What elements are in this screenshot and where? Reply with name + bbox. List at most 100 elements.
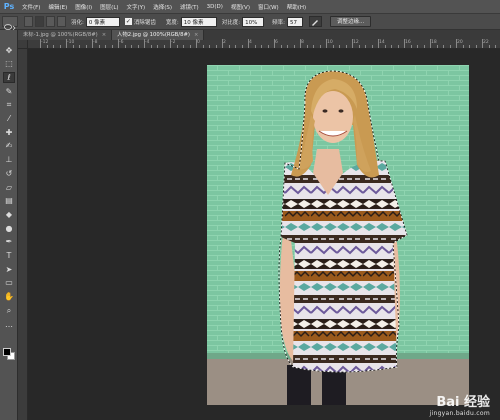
ruler-minor-tick: [306, 45, 308, 48]
document-tabs: 未标-1.jpg @ 100%(RGB/8#) × 人物2.jpg @ 100%(…: [18, 30, 500, 40]
ruler-minor-tick: [261, 45, 262, 48]
ruler-minor-tick: [105, 45, 106, 48]
ruler-tick-mark: [66, 39, 67, 48]
ruler-tick-mark: [404, 39, 405, 48]
menu-select[interactable]: 选择(S): [149, 3, 176, 11]
ruler-minor-tick: [267, 45, 269, 48]
ruler-tick-mark: [300, 39, 301, 48]
magnetic-lasso-icon[interactable]: ℓ: [3, 72, 15, 84]
menu-filter[interactable]: 滤镜(T): [176, 3, 203, 11]
healing-icon[interactable]: ✚: [3, 127, 15, 138]
tool-preset-picker[interactable]: [2, 16, 18, 31]
ruler-tick-label: 8: [301, 40, 304, 45]
menu-view[interactable]: 视图(V): [227, 3, 254, 11]
ruler-minor-tick: [235, 45, 236, 48]
ruler-minor-tick: [384, 45, 386, 48]
ruler-minor-tick: [358, 45, 360, 48]
ruler-tick-mark: [144, 39, 145, 48]
ruler-minor-tick: [124, 45, 126, 48]
intersect-selection-mode[interactable]: [57, 16, 66, 27]
ruler-minor-tick: [319, 45, 321, 48]
menu-3d[interactable]: 3D(D): [203, 4, 227, 10]
ruler-minor-tick: [157, 45, 158, 48]
refine-edge-button[interactable]: 调整边缘...: [329, 16, 372, 27]
blur-icon[interactable]: ◆: [3, 209, 15, 220]
ruler-minor-tick: [287, 45, 288, 48]
menu-window[interactable]: 窗口(W): [254, 3, 283, 11]
menu-bar: Ps 文件(F) 编辑(E) 图像(I) 图层(L) 文字(Y) 选择(S) 滤…: [0, 0, 500, 13]
tab-document-2[interactable]: 人物2.jpg @ 100%(RGB/8#) ×: [112, 30, 205, 40]
crop-icon[interactable]: ⌗: [3, 100, 15, 111]
menu-file[interactable]: 文件(F): [18, 3, 44, 11]
ruler-minor-tick: [462, 45, 464, 48]
feather-input[interactable]: 0 像素: [85, 16, 120, 27]
ruler-tick-mark: [40, 39, 41, 48]
type-icon[interactable]: T: [3, 251, 15, 262]
ruler-minor-tick: [137, 45, 139, 48]
pen-icon[interactable]: ✒: [3, 237, 15, 248]
ruler-tick-label: -6: [119, 40, 124, 45]
contrast-input[interactable]: 10%: [242, 16, 265, 27]
new-selection-mode[interactable]: [24, 16, 33, 27]
ruler-minor-tick: [111, 45, 113, 48]
ruler-minor-tick: [449, 45, 451, 48]
ruler-minor-tick: [98, 45, 100, 48]
add-selection-mode[interactable]: [35, 16, 44, 27]
ruler-minor-tick: [391, 45, 392, 48]
ruler-minor-tick: [209, 45, 210, 48]
close-icon[interactable]: ×: [194, 32, 198, 38]
gradient-icon[interactable]: ▤: [3, 196, 15, 207]
hand-icon[interactable]: ✋: [3, 292, 15, 303]
ruler-minor-tick: [163, 45, 165, 48]
menu-type[interactable]: 文字(Y): [123, 3, 150, 11]
ruler-minor-tick: [488, 45, 490, 48]
photo-woman-brick-wall: [207, 65, 469, 405]
tablet-pressure-button[interactable]: [308, 16, 322, 27]
brush-icon[interactable]: ✍: [3, 141, 15, 152]
more-icon[interactable]: …: [3, 319, 15, 330]
antialias-checkbox[interactable]: ✓: [124, 18, 132, 25]
tab-label: 人物2.jpg @ 100%(RGB/8#): [117, 32, 190, 38]
menu-image[interactable]: 图像(I): [71, 3, 96, 11]
frequency-input[interactable]: 57: [286, 16, 303, 27]
ruler-minor-tick: [79, 45, 80, 48]
eyedropper-icon[interactable]: ⁄: [3, 114, 15, 125]
ruler-minor-tick: [228, 45, 230, 48]
subtract-selection-mode[interactable]: [46, 16, 55, 27]
ruler-minor-tick: [345, 45, 347, 48]
width-input[interactable]: 10 像素: [180, 16, 217, 27]
marquee-icon[interactable]: ⬚: [3, 59, 15, 70]
close-icon[interactable]: ×: [102, 32, 106, 38]
menu-help[interactable]: 帮助(H): [283, 3, 310, 11]
ruler-minor-tick: [254, 45, 256, 48]
ruler-origin[interactable]: [18, 40, 28, 49]
feather-label: 羽化:: [71, 19, 84, 26]
ruler-minor-tick: [150, 45, 152, 48]
menu-layer[interactable]: 图层(L): [96, 3, 122, 11]
ruler-tick-label: 6: [275, 40, 278, 45]
shape-icon[interactable]: ▭: [3, 278, 15, 289]
zoom-icon[interactable]: ⌕: [3, 305, 15, 316]
ruler-tick-mark: [430, 39, 431, 48]
move-icon[interactable]: ✥: [3, 45, 15, 56]
contrast-label: 对比度:: [221, 19, 241, 26]
dodge-icon[interactable]: ●: [3, 223, 15, 234]
ruler-tick-mark: [196, 39, 197, 48]
eraser-icon[interactable]: ▱: [3, 182, 15, 193]
ruler-tick-label: -2: [171, 40, 176, 45]
foreground-color-swatch[interactable]: [3, 348, 11, 356]
ruler-minor-tick: [469, 45, 470, 48]
ruler-minor-tick: [53, 45, 54, 48]
stamp-icon[interactable]: ⊥: [3, 155, 15, 166]
menu-edit[interactable]: 编辑(E): [44, 3, 71, 11]
path-select-icon[interactable]: ➤: [3, 264, 15, 275]
ruler-minor-tick: [410, 45, 412, 48]
quick-select-icon[interactable]: ✎: [3, 86, 15, 97]
horizontal-ruler: -12 -10 -8 -6 -4 -2 0 2 4 6 8 10 12 14 16 18 20 22: [28, 39, 500, 49]
baidu-watermark: Bai 经验 jingyan.baidu.com: [430, 391, 490, 417]
ruler-tick-label: 4: [249, 40, 252, 45]
ruler-minor-tick: [332, 45, 334, 48]
document-canvas[interactable]: [207, 65, 469, 405]
ruler-minor-tick: [183, 45, 184, 48]
history-brush-icon[interactable]: ↺: [3, 168, 15, 179]
